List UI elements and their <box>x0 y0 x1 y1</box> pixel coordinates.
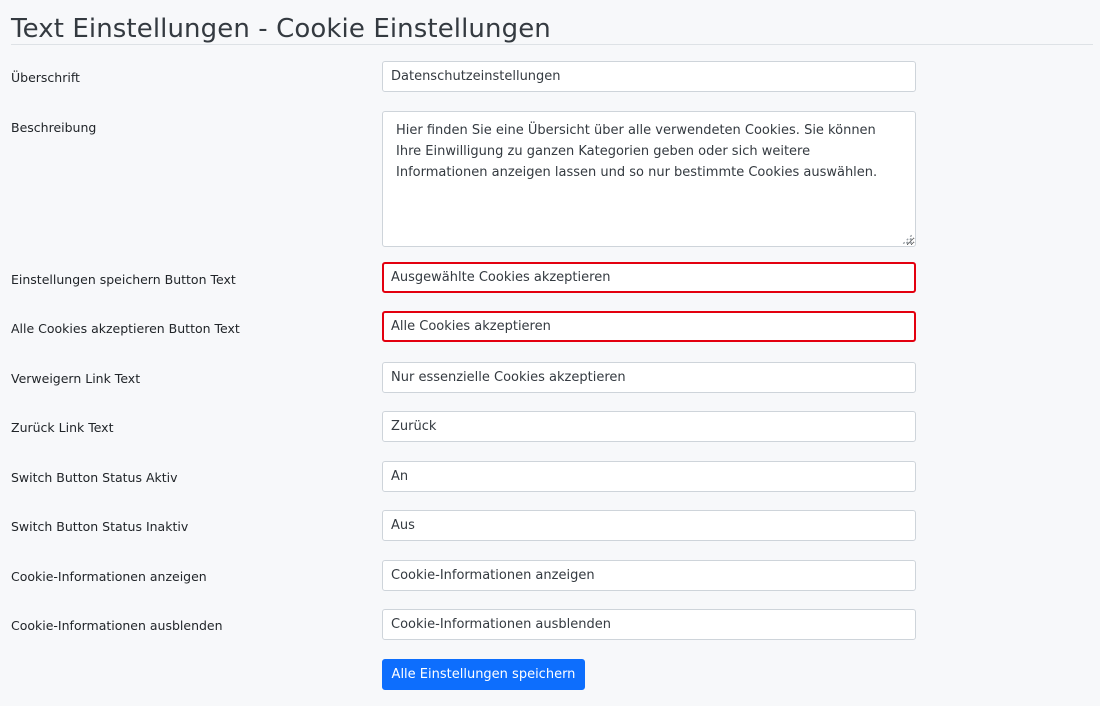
decline-link-text-label: Verweigern Link Text <box>11 371 141 386</box>
save-all-settings-button[interactable]: Alle Einstellungen speichern <box>382 659 585 690</box>
hide-info-input[interactable] <box>382 609 916 640</box>
back-link-text-label: Zurück Link Text <box>11 420 114 435</box>
accept-all-button-text-label: Alle Cookies akzeptieren Button Text <box>11 321 240 336</box>
switch-inactive-input[interactable] <box>382 510 916 541</box>
switch-inactive-label: Switch Button Status Inaktiv <box>11 519 189 534</box>
description-textarea[interactable]: Hier finden Sie eine Übersicht über alle… <box>382 111 916 247</box>
heading-label: Überschrift <box>11 70 80 85</box>
hide-info-label: Cookie-Informationen ausblenden <box>11 618 223 633</box>
title-divider <box>11 44 1093 45</box>
show-info-label: Cookie-Informationen anzeigen <box>11 569 207 584</box>
save-settings-button-text-input[interactable] <box>382 262 916 293</box>
save-settings-button-text-label: Einstellungen speichern Button Text <box>11 272 236 287</box>
heading-input[interactable] <box>382 61 916 92</box>
switch-active-input[interactable] <box>382 461 916 492</box>
show-info-input[interactable] <box>382 560 916 591</box>
decline-link-text-input[interactable] <box>382 362 916 393</box>
description-label: Beschreibung <box>11 120 97 135</box>
page-title: Text Einstellungen - Cookie Einstellunge… <box>11 14 551 44</box>
switch-active-label: Switch Button Status Aktiv <box>11 470 178 485</box>
back-link-text-input[interactable] <box>382 411 916 442</box>
accept-all-button-text-input[interactable] <box>382 311 916 342</box>
